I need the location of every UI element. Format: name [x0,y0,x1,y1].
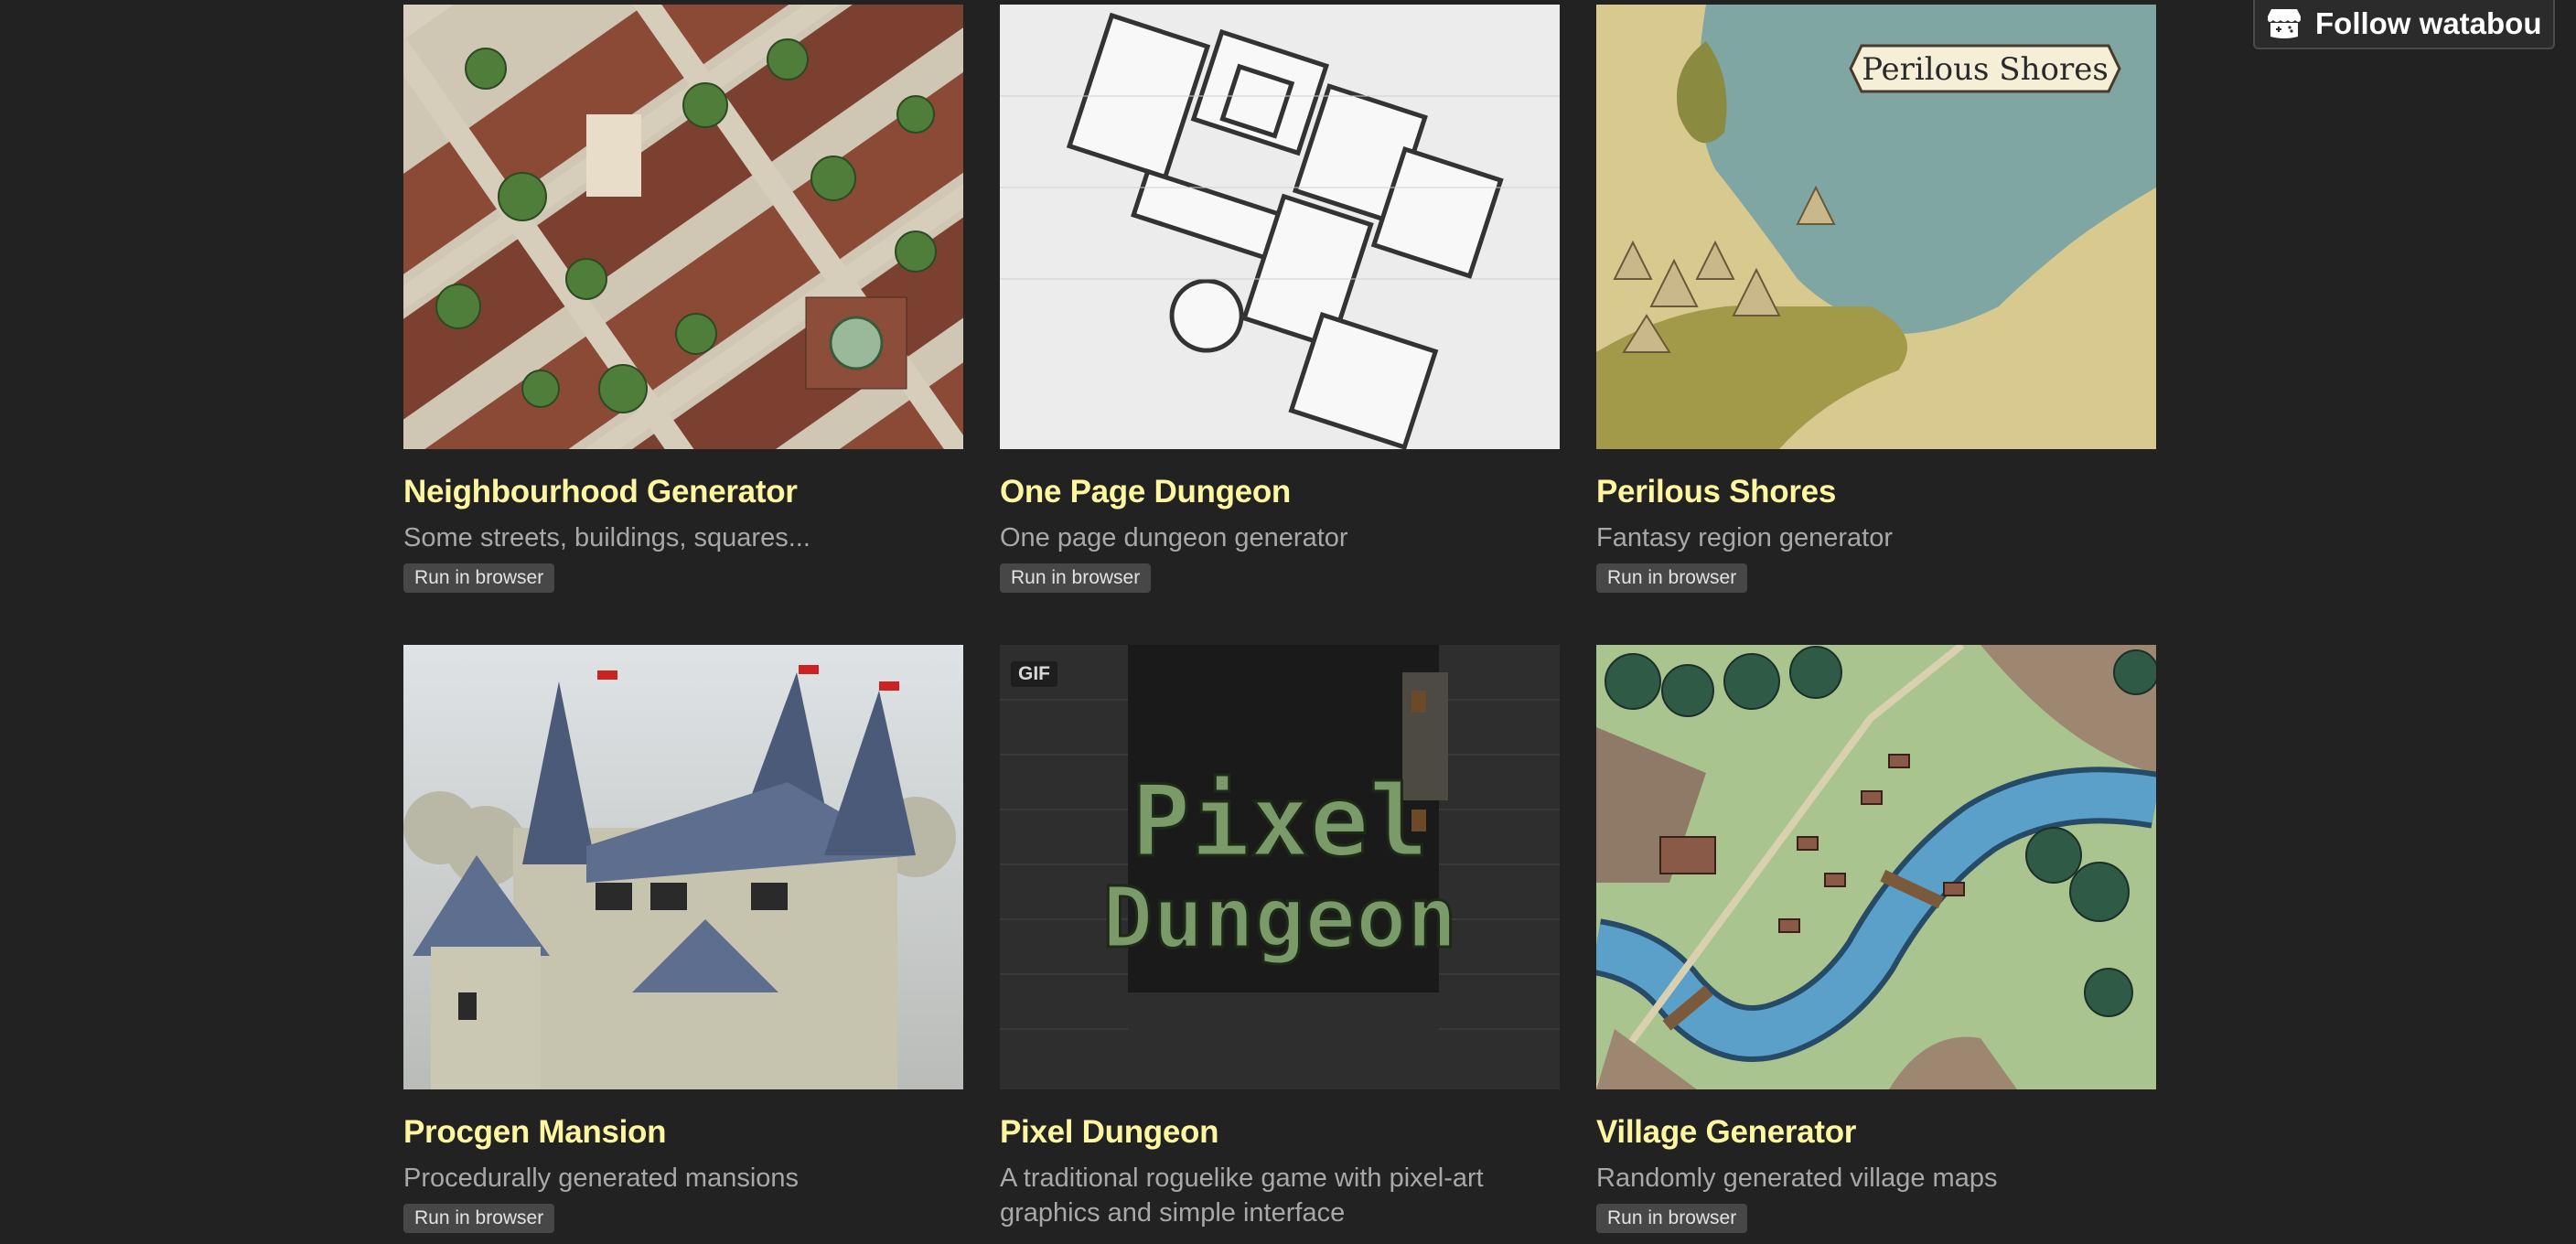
game-logo-line-2: Dungeon [1102,869,1457,967]
game-description: Randomly generated village maps [1596,1164,1998,1193]
page: Follow watabou Neighbourhood Generator S… [0,0,2576,1244]
itchio-controller-icon [2266,5,2302,42]
run-in-browser-tag[interactable]: Run in browser [1000,563,1152,593]
game-description: Some streets, buildings, squares... [403,523,810,552]
game-card-procgen-mansion: Procgen Mansion Procedurally generated m… [403,645,963,1233]
thumbnail-neighbourhood-generator[interactable] [403,5,963,449]
thumbnail-procgen-mansion[interactable] [403,645,963,1089]
game-logo-line-1: Pixel [1131,765,1428,879]
game-card-pixel-dungeon: Pixel Dungeon GIF Pixel Dungeon A tradit… [1000,645,1560,1230]
game-title[interactable]: Pixel Dungeon [1000,1113,1560,1152]
map-label: Perilous Shores [1862,51,2109,88]
game-description: Procedurally generated mansions [403,1164,800,1193]
game-title[interactable]: Procgen Mansion [403,1113,963,1152]
game-description: One page dungeon generator [1000,523,1348,552]
game-card-one-page-dungeon: One Page Dungeon One page dungeon genera… [1000,5,1560,593]
follow-button[interactable]: Follow watabou [2253,0,2555,49]
game-description: A traditional roguelike game with pixel-… [1000,1164,1484,1228]
thumbnail-pixel-dungeon[interactable]: Pixel Dungeon GIF [1000,645,1560,1089]
gif-badge: GIF [1011,661,1057,687]
game-card-perilous-shores: Perilous Shores Perilous Shores Fantasy … [1596,5,2156,593]
game-title[interactable]: Village Generator [1596,1113,2156,1152]
run-in-browser-tag[interactable]: Run in browser [1596,563,1748,593]
thumbnail-perilous-shores[interactable]: Perilous Shores [1596,5,2156,449]
run-in-browser-tag[interactable]: Run in browser [403,563,555,593]
game-title[interactable]: One Page Dungeon [1000,473,1560,511]
follow-label: Follow watabou [2315,6,2542,40]
thumbnail-village-generator[interactable] [1596,645,2156,1089]
game-title[interactable]: Neighbourhood Generator [403,473,963,511]
game-title[interactable]: Perilous Shores [1596,473,2156,511]
game-card-village-generator: Village Generator Randomly generated vil… [1596,645,2156,1233]
game-card-neighbourhood-generator: Neighbourhood Generator Some streets, bu… [403,5,963,593]
run-in-browser-tag[interactable]: Run in browser [403,1204,555,1233]
game-description: Fantasy region generator [1596,523,1894,552]
run-in-browser-tag[interactable]: Run in browser [1596,1204,1748,1233]
thumbnail-one-page-dungeon[interactable] [1000,5,1560,449]
